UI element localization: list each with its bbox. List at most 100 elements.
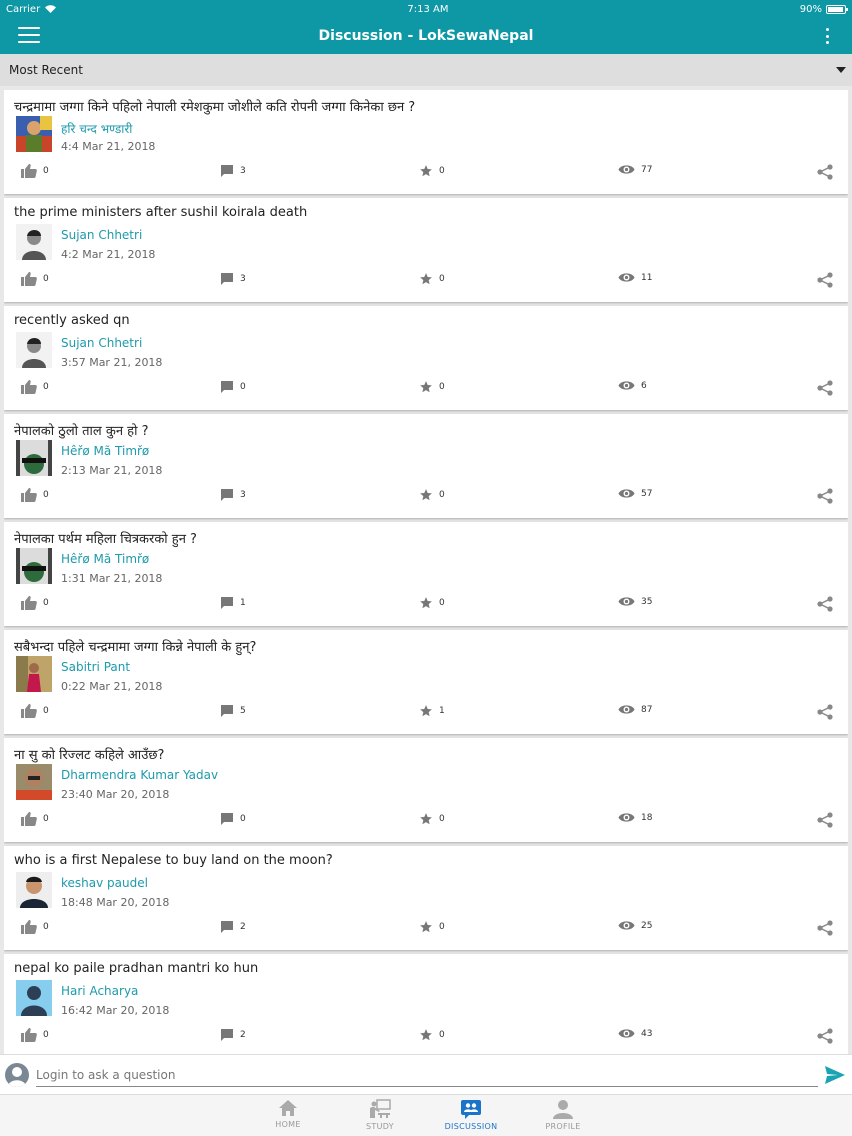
like-button[interactable]: 0 [21,488,49,502]
like-button[interactable]: 0 [21,596,49,610]
author-avatar[interactable] [16,440,52,476]
nav-profile[interactable]: PROFILE [528,1099,598,1131]
post-timestamp: 4:2 Mar 21, 2018 [61,248,156,261]
comment-button[interactable]: 1 [220,596,246,610]
views-indicator: 18 [618,812,652,823]
discussion-icon [461,1100,481,1119]
like-button[interactable]: 0 [21,1028,49,1042]
view-count: 18 [641,812,653,823]
author-avatar[interactable] [16,224,52,260]
author-name[interactable]: Hêřø Mã Timřø [61,552,149,566]
discussion-card[interactable]: nepal ko paile pradhan mantri ko hun Hari… [4,954,848,1054]
hamburger-menu-icon[interactable] [18,27,40,45]
author-avatar[interactable] [16,872,52,908]
view-count: 87 [641,704,653,715]
share-button[interactable] [817,920,833,936]
comment-count: 0 [240,814,246,824]
comment-icon [221,597,233,609]
author-avatar[interactable] [16,980,52,1016]
author-name[interactable]: Sabitri Pant [61,660,130,674]
sort-dropdown[interactable]: Most Recent [0,54,852,86]
favorite-button[interactable]: 0 [419,488,445,502]
like-button[interactable]: 0 [21,380,49,394]
comment-button[interactable]: 3 [220,488,246,502]
discussion-card[interactable]: नेपालका पर्थम महिला चित्रकरको हुन ? Hêřø … [4,522,848,626]
question-text[interactable]: recently asked qn [14,313,130,328]
comment-button[interactable]: 0 [220,380,246,394]
like-button[interactable]: 0 [21,704,49,718]
author-name[interactable]: keshav paudel [61,876,148,890]
author-avatar[interactable] [16,116,52,152]
discussion-card[interactable]: चन्द्रमामा जग्गा किने पहिलो नेपाली रमेशक… [4,90,848,194]
discussion-card[interactable]: नेपालको ठुलो ताल कुन हो ? Hêřø Mã Timřø 2:… [4,414,848,518]
like-button[interactable]: 0 [21,164,49,178]
comment-button[interactable]: 2 [220,920,246,934]
post-actions: 0 2 0 43 [4,1028,848,1046]
discussion-card[interactable]: recently asked qn Sujan Chhetri 3:57 Mar 2… [4,306,848,410]
favorite-button[interactable]: 0 [419,596,445,610]
question-text[interactable]: the prime ministers after sushil koirala… [14,205,307,220]
question-text[interactable]: who is a first Nepalese to buy land on t… [14,853,333,868]
favorite-button[interactable]: 0 [419,920,445,934]
favorite-button[interactable]: 0 [419,164,445,178]
author-name[interactable]: Hêřø Mã Timřø [61,444,149,458]
share-button[interactable] [817,812,833,828]
favorite-button[interactable]: 0 [419,272,445,286]
question-text[interactable]: ना सु को रिज्लट कहिले आउँछ? [14,745,164,763]
like-button[interactable]: 0 [21,272,49,286]
share-button[interactable] [817,272,833,288]
question-text[interactable]: चन्द्रमामा जग्गा किने पहिलो नेपाली रमेशक… [14,97,415,115]
discussion-feed[interactable]: चन्द्रमामा जग्गा किने पहिलो नेपाली रमेशक… [4,90,848,1054]
share-button[interactable] [817,704,833,720]
like-button[interactable]: 0 [21,920,49,934]
question-text[interactable]: नेपालका पर्थम महिला चित्रकरको हुन ? [14,529,197,547]
comment-button[interactable]: 0 [220,812,246,826]
discussion-card[interactable]: who is a first Nepalese to buy land on t… [4,846,848,950]
more-options-icon[interactable] [824,28,830,44]
favorite-button[interactable]: 0 [419,812,445,826]
question-text[interactable]: नेपालको ठुलो ताल कुन हो ? [14,421,149,439]
discussion-card[interactable]: the prime ministers after sushil koirala… [4,198,848,302]
like-button[interactable]: 0 [21,812,49,826]
post-timestamp: 0:22 Mar 21, 2018 [61,680,163,693]
question-text[interactable]: nepal ko paile pradhan mantri ko hun [14,961,258,976]
nav-discussion[interactable]: DISCUSSION [436,1099,506,1131]
comment-button[interactable]: 5 [220,704,246,718]
views-indicator: 11 [618,272,652,283]
ask-question-input[interactable] [36,1063,818,1087]
author-name[interactable]: Dharmendra Kumar Yadav [61,768,218,782]
nav-home-label: HOME [275,1120,301,1129]
author-name[interactable]: Sujan Chhetri [61,228,142,242]
comment-button[interactable]: 3 [220,164,246,178]
post-actions: 0 2 0 25 [4,920,848,938]
share-button[interactable] [817,1028,833,1044]
favorite-button[interactable]: 1 [419,704,445,718]
author-name[interactable]: Hari Acharya [61,984,138,998]
author-avatar[interactable] [16,656,52,692]
post-timestamp: 1:31 Mar 21, 2018 [61,572,163,585]
discussion-card[interactable]: सबैभन्दा पहिले चन्द्रमामा जग्गा किन्ने न… [4,630,848,734]
like-count: 0 [43,382,49,392]
nav-study[interactable]: STUDY [345,1099,415,1131]
star-count: 1 [439,706,445,716]
star-count: 0 [439,490,445,500]
author-avatar[interactable] [16,764,52,800]
share-button[interactable] [817,380,833,396]
view-count: 11 [641,272,653,283]
author-avatar[interactable] [16,332,52,368]
comment-button[interactable]: 2 [220,1028,246,1042]
question-text[interactable]: सबैभन्दा पहिले चन्द्रमामा जग्गा किन्ने न… [14,637,256,655]
favorite-button[interactable]: 0 [419,380,445,394]
share-button[interactable] [817,596,833,612]
favorite-button[interactable]: 0 [419,1028,445,1042]
nav-home[interactable]: HOME [253,1099,323,1129]
author-name[interactable]: Sujan Chhetri [61,336,142,350]
discussion-card[interactable]: ना सु को रिज्लट कहिले आउँछ? Dharmendra Ku… [4,738,848,842]
author-name[interactable]: हरि चन्द भण्डारी [61,120,132,137]
share-button[interactable] [817,488,833,504]
author-avatar[interactable] [16,548,52,584]
comment-button[interactable]: 3 [220,272,246,286]
send-icon[interactable] [824,1064,846,1086]
share-button[interactable] [817,164,833,180]
post-actions: 0 0 0 18 [4,812,848,830]
